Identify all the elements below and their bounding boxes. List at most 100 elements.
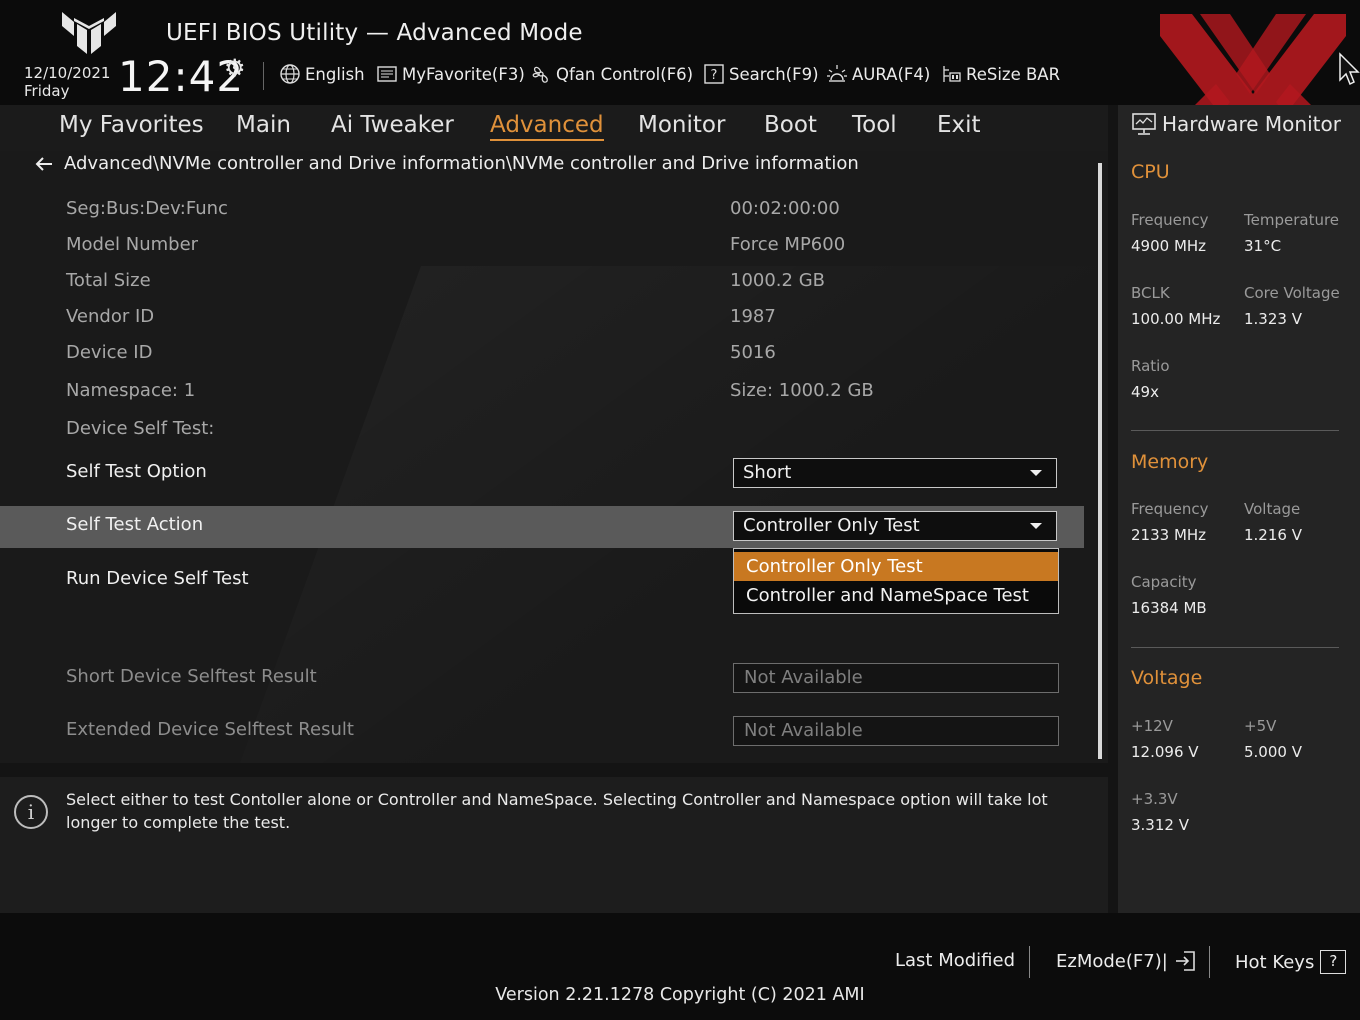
info-value-seg-bus-dev-func: 00:02:00:00 xyxy=(730,198,840,219)
ezmode-label: EzMode(F7)| xyxy=(1056,950,1168,972)
cpu-bclk-label: BCLK xyxy=(1131,284,1170,302)
cpu-temperature-value: 31°C xyxy=(1244,237,1282,255)
short-selftest-result-label: Short Device Selftest Result xyxy=(66,666,317,687)
hot-keys-button[interactable]: Hot Keys ? xyxy=(1235,950,1347,974)
chevron-down-icon xyxy=(1030,523,1042,529)
memory-section-title: Memory xyxy=(1131,451,1209,473)
mouse-cursor-icon xyxy=(1339,52,1360,86)
main-scrollbar[interactable] xyxy=(1098,163,1102,759)
myfavorite-button[interactable]: MyFavorite(F3) xyxy=(376,63,525,85)
search-label: Search(F9) xyxy=(729,64,819,84)
voltage-section-title: Voltage xyxy=(1131,667,1203,689)
voltage-3v3-label: +3.3V xyxy=(1131,790,1178,808)
search-help-icon: ? xyxy=(704,64,724,84)
info-icon: i xyxy=(14,795,48,829)
date-text: 12/10/2021 xyxy=(24,64,111,82)
voltage-5v-value: 5.000 V xyxy=(1244,743,1302,761)
info-value-model-number: Force MP600 xyxy=(730,234,846,255)
hw-divider xyxy=(1131,647,1339,648)
tab-main[interactable]: Main xyxy=(236,112,291,138)
cpu-ratio-label: Ratio xyxy=(1131,357,1170,375)
self-test-action-label: Self Test Action xyxy=(66,514,204,535)
tab-exit[interactable]: Exit xyxy=(937,112,981,138)
cpu-core-voltage-value: 1.323 V xyxy=(1244,310,1302,328)
extended-selftest-result-label: Extended Device Selftest Result xyxy=(66,719,354,740)
exit-to-ezmode-icon xyxy=(1175,951,1195,971)
memory-capacity-label: Capacity xyxy=(1131,573,1197,591)
info-label-model-number: Model Number xyxy=(66,234,199,255)
cpu-section-title: CPU xyxy=(1131,161,1170,183)
resize-bar-icon xyxy=(943,66,961,82)
language-button[interactable]: English xyxy=(279,63,365,85)
voltage-12v-value: 12.096 V xyxy=(1131,743,1199,761)
breadcrumb: Advanced\NVMe controller and Drive infor… xyxy=(34,153,859,174)
extended-selftest-result-value: Not Available xyxy=(733,716,1059,746)
breadcrumb-path: Advanced\NVMe controller and Drive infor… xyxy=(64,153,859,174)
run-device-self-test-button[interactable]: Run Device Self Test xyxy=(66,568,249,589)
chevron-down-icon xyxy=(1030,470,1042,476)
short-selftest-result-value: Not Available xyxy=(733,663,1059,693)
tab-ai-tweaker[interactable]: Ai Tweaker xyxy=(331,112,454,138)
self-test-option-select[interactable]: Short xyxy=(733,458,1057,488)
qfan-control-button[interactable]: Qfan Control(F6) xyxy=(530,63,693,85)
clock-settings-gear-icon[interactable]: ⚙ xyxy=(224,54,246,82)
myfavorite-label: MyFavorite(F3) xyxy=(402,64,525,84)
dropdown-option-controller-only[interactable]: Controller Only Test xyxy=(734,552,1058,581)
globe-icon xyxy=(280,64,300,84)
cpu-temperature-label: Temperature xyxy=(1244,211,1340,229)
self-test-action-value: Controller Only Test xyxy=(743,515,920,536)
ezmode-button[interactable]: EzMode(F7)| xyxy=(1056,950,1196,972)
date-display: 12/10/2021 Friday xyxy=(24,64,110,100)
language-label: English xyxy=(305,64,365,84)
tab-advanced[interactable]: Advanced xyxy=(490,112,604,141)
aura-button[interactable]: AURA(F4) xyxy=(826,63,930,85)
footer-divider xyxy=(1209,946,1210,978)
last-modified-button[interactable]: Last Modified xyxy=(895,950,1015,971)
monitor-screen-icon xyxy=(1132,113,1156,135)
cpu-ratio-value: 49x xyxy=(1131,383,1159,401)
voltage-5v-label: +5V xyxy=(1244,717,1277,735)
info-value-vendor-id: 1987 xyxy=(730,306,776,327)
cpu-frequency-label: Frequency xyxy=(1131,211,1209,229)
cpu-core-voltage-label: Core Voltage xyxy=(1244,284,1340,302)
back-arrow-icon[interactable] xyxy=(34,154,54,174)
info-value-namespace: Size: 1000.2 GB xyxy=(730,380,874,401)
hot-keys-glyph: ? xyxy=(1329,952,1338,970)
footer-divider xyxy=(1029,946,1030,978)
hardware-monitor-title: Hardware Monitor xyxy=(1132,112,1341,136)
info-label-namespace: Namespace: 1 xyxy=(66,380,196,401)
self-test-action-dropdown: Controller Only Test Controller and Name… xyxy=(733,548,1059,614)
help-text: Select either to test Contoller alone or… xyxy=(66,790,1048,832)
search-button[interactable]: ? Search(F9) xyxy=(703,63,819,85)
info-label-total-size: Total Size xyxy=(66,270,151,291)
aura-light-icon xyxy=(827,65,847,82)
info-value-device-id: 5016 xyxy=(730,342,776,363)
voltage-12v-label: +12V xyxy=(1131,717,1173,735)
voltage-3v3-value: 3.312 V xyxy=(1131,816,1189,834)
self-test-action-select[interactable]: Controller Only Test xyxy=(733,511,1057,541)
tuf-logo-icon xyxy=(62,12,116,54)
qfan-control-label: Qfan Control(F6) xyxy=(556,64,694,84)
info-label-seg-bus-dev-func: Seg:Bus:Dev:Func xyxy=(66,198,228,219)
self-test-option-label: Self Test Option xyxy=(66,461,207,482)
dropdown-option-controller-namespace[interactable]: Controller and NameSpace Test xyxy=(734,581,1058,610)
last-modified-label: Last Modified xyxy=(895,950,1016,971)
hardware-monitor-title-text: Hardware Monitor xyxy=(1162,112,1341,136)
tab-tool[interactable]: Tool xyxy=(852,112,897,138)
header-divider xyxy=(263,62,264,90)
tab-boot[interactable]: Boot xyxy=(764,112,817,138)
cpu-bclk-value: 100.00 MHz xyxy=(1131,310,1221,328)
info-label-device-id: Device ID xyxy=(66,342,153,363)
cpu-frequency-value: 4900 MHz xyxy=(1131,237,1207,255)
resize-bar-button[interactable]: ReSize BAR xyxy=(940,63,1060,85)
favorite-list-icon xyxy=(377,66,397,82)
day-text: Friday xyxy=(24,82,70,100)
tab-my-favorites[interactable]: My Favorites xyxy=(59,112,204,138)
device-self-test-heading: Device Self Test: xyxy=(66,418,215,439)
fan-icon xyxy=(532,66,548,83)
resize-bar-label: ReSize BAR xyxy=(966,64,1061,84)
memory-frequency-label: Frequency xyxy=(1131,500,1209,518)
tab-monitor[interactable]: Monitor xyxy=(638,112,725,138)
memory-capacity-value: 16384 MB xyxy=(1131,599,1207,617)
memory-frequency-value: 2133 MHz xyxy=(1131,526,1207,544)
